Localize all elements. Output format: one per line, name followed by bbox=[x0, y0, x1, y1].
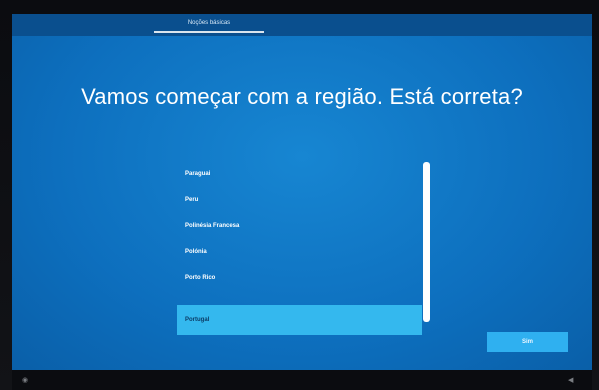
region-item[interactable]: Paraguai bbox=[177, 162, 422, 186]
speaker-icon[interactable]: ◀ bbox=[568, 376, 573, 384]
region-list[interactable]: Paraguai Peru Polinésia Francesa Polónia… bbox=[177, 162, 432, 340]
accessibility-icon[interactable]: ◉ bbox=[22, 376, 28, 384]
tab-active-indicator bbox=[154, 31, 264, 33]
tab-basics-label: Noções básicas bbox=[187, 20, 231, 26]
yes-button[interactable]: Sim bbox=[487, 332, 568, 352]
page-title: Vamos começar com a região. Está correta… bbox=[81, 84, 523, 109]
region-item[interactable]: Polónia bbox=[177, 240, 422, 264]
tab-basics: Noções básicas bbox=[154, 17, 264, 33]
region-item[interactable]: Peru bbox=[177, 188, 422, 212]
oobe-screen: Noções básicas Vamos começar com a regiã… bbox=[12, 14, 592, 370]
top-progress-bar: Noções básicas bbox=[12, 14, 592, 36]
bottom-bezel bbox=[12, 370, 592, 390]
region-item-selected[interactable]: Portugal bbox=[177, 305, 422, 335]
region-item[interactable]: Porto Rico bbox=[177, 266, 422, 290]
list-scrollbar[interactable] bbox=[423, 162, 430, 322]
region-item[interactable]: Polinésia Francesa bbox=[177, 214, 422, 238]
